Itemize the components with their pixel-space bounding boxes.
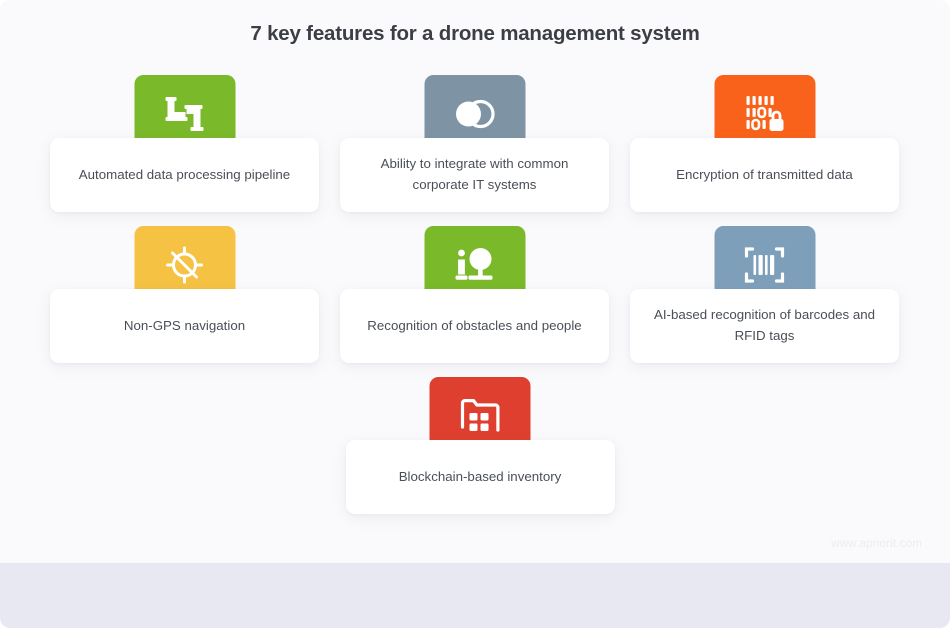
- person-tree-icon: [453, 245, 497, 285]
- feature-row-2: Non-GPS navigation Recognition of obstac…: [50, 226, 910, 363]
- feature-card-blockchain-based-inventory[interactable]: Blockchain-based inventory: [345, 377, 615, 514]
- feature-card-encryption-of-transmitted-data[interactable]: Encryption of transmitted data: [630, 75, 899, 212]
- feature-label: Non-GPS navigation: [123, 317, 246, 333]
- feature-label: Blockchain-based inventory: [398, 468, 562, 484]
- feature-card-integrate-with-corporate-it[interactable]: Ability to integrate with common corpora…: [340, 75, 609, 212]
- infographic-content: 7 key features for a drone management sy…: [0, 0, 950, 563]
- bottom-strip: [0, 563, 950, 628]
- feature-card-recognition-of-obstacles-and-people[interactable]: Recognition of obstacles and people: [340, 226, 609, 363]
- folder-blocks-icon: [459, 397, 501, 435]
- feature-grid: Automated data processing pipeline Abili…: [50, 75, 910, 528]
- feature-label: AI-based recognition of barcodes and RFI…: [653, 307, 876, 343]
- feature-card-non-gps-navigation[interactable]: Non-GPS navigation: [50, 226, 319, 363]
- watermark: www.apriorit.com: [831, 538, 922, 550]
- venn-overlap-icon: [453, 98, 497, 130]
- feature-card-body: Blockchain-based inventory: [345, 440, 615, 514]
- page-title: 7 key features for a drone management sy…: [250, 22, 700, 45]
- infographic-page: 7 key features for a drone management sy…: [0, 0, 950, 628]
- feature-row-1: Automated data processing pipeline Abili…: [50, 75, 910, 212]
- feature-card-body: AI-based recognition of barcodes and RFI…: [630, 289, 899, 363]
- barcode-scan-icon: [743, 246, 787, 284]
- binary-lock-icon: [744, 94, 786, 134]
- feature-label: Encryption of transmitted data: [676, 166, 853, 182]
- feature-label: Ability to integrate with common corpora…: [380, 156, 569, 192]
- feature-card-automated-data-processing-pipeline[interactable]: Automated data processing pipeline: [50, 75, 319, 212]
- feature-label: Automated data processing pipeline: [78, 166, 291, 182]
- feature-card-body: Recognition of obstacles and people: [340, 289, 609, 363]
- gps-off-icon: [164, 244, 206, 286]
- feature-card-body: Ability to integrate with common corpora…: [340, 138, 609, 212]
- feature-card-body: Encryption of transmitted data: [630, 138, 899, 212]
- feature-card-body: Non-GPS navigation: [50, 289, 319, 363]
- pipeline-icon: [163, 94, 207, 134]
- feature-label: Recognition of obstacles and people: [367, 317, 582, 333]
- feature-row-3: Blockchain-based inventory: [50, 377, 910, 514]
- feature-card-ai-barcode-rfid-recognition[interactable]: AI-based recognition of barcodes and RFI…: [630, 226, 899, 363]
- feature-card-body: Automated data processing pipeline: [50, 138, 319, 212]
